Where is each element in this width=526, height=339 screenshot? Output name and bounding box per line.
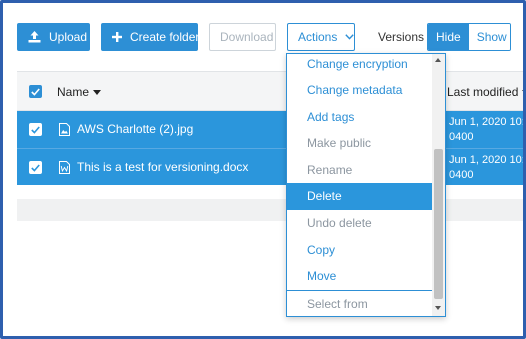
last-modified-column-header[interactable]: Last modified (447, 85, 523, 99)
menu-item-delete[interactable]: Delete (287, 183, 432, 210)
actions-label: Actions (298, 30, 338, 44)
sort-down-icon (93, 90, 102, 96)
name-header-label: Name (57, 85, 90, 99)
last-modified-value: Jun 1, 2020 10: 0400 (449, 115, 525, 145)
create-folder-button[interactable]: Create folder (101, 23, 200, 51)
upload-icon (28, 31, 41, 43)
upload-label: Upload (49, 30, 88, 44)
table-row[interactable]: This is a test for versioning.docx Jun 1… (17, 148, 525, 185)
actions-menu-list: Change encryption Change metadata Add ta… (287, 54, 432, 316)
actions-dropdown-button[interactable]: Actions (287, 23, 355, 51)
menu-item-rename[interactable]: Rename (287, 157, 432, 183)
checkmark-icon (31, 125, 40, 134)
menu-scrollbar[interactable] (432, 54, 445, 316)
menu-item-make-public[interactable]: Make public (287, 130, 432, 156)
table-header: Name Last modified (17, 71, 523, 111)
menu-item-add-tags[interactable]: Add tags (287, 104, 432, 130)
file-name[interactable]: This is a test for versioning.docx (77, 160, 248, 174)
checkmark-icon (31, 87, 40, 96)
menu-item-undo-delete[interactable]: Undo delete (287, 210, 432, 236)
versions-label: Versions (378, 30, 425, 44)
menu-item-copy[interactable]: Copy (287, 237, 432, 263)
last-modified-value: Jun 1, 2020 10: 0400 (449, 153, 525, 183)
menu-item-select-from[interactable]: Select from (287, 290, 432, 316)
sort-down-icon (522, 90, 523, 96)
table-footer-row (17, 199, 523, 221)
image-file-icon (59, 123, 70, 136)
plus-icon (112, 32, 122, 42)
download-label: Download (220, 30, 274, 44)
document-file-icon (59, 161, 70, 174)
actions-dropdown-menu: Change encryption Change metadata Add ta… (286, 53, 446, 317)
row-checkbox[interactable] (29, 123, 42, 136)
hide-versions-button[interactable]: Hide (428, 24, 469, 50)
menu-item-move[interactable]: Move (287, 263, 432, 289)
row-checkbox[interactable] (29, 161, 42, 174)
versions-toggle: Hide Show (427, 23, 511, 51)
table-row[interactable]: AWS Charlotte (2).jpg Jun 1, 2020 10: 04… (17, 111, 525, 148)
upload-button[interactable]: Upload (17, 23, 90, 51)
last-modified-header-label: Last modified (447, 85, 519, 99)
last-modified-date: Jun 1, 2020 10: (449, 116, 525, 128)
scroll-down-arrow-icon[interactable] (435, 306, 441, 310)
menu-item-change-metadata[interactable]: Change metadata (287, 77, 432, 103)
create-folder-label: Create folder (130, 30, 200, 44)
last-modified-date: Jun 1, 2020 10: (449, 154, 525, 166)
select-all-checkbox[interactable] (29, 85, 42, 98)
app-window: Upload Create folder Download Actions Ve… (0, 0, 526, 339)
file-name[interactable]: AWS Charlotte (2).jpg (77, 122, 193, 136)
toolbar: Upload Create folder Download Actions Ve… (17, 23, 517, 53)
download-button[interactable]: Download (209, 23, 276, 51)
chevron-down-icon (345, 34, 355, 40)
menu-item-change-encryption[interactable]: Change encryption (287, 54, 432, 77)
scrollbar-thumb[interactable] (434, 149, 443, 299)
name-column-header[interactable]: Name (57, 85, 102, 99)
show-versions-button[interactable]: Show (468, 24, 510, 50)
last-modified-offset: 0400 (449, 169, 474, 181)
last-modified-offset: 0400 (449, 131, 474, 143)
scroll-up-arrow-icon[interactable] (435, 58, 441, 62)
checkmark-icon (31, 163, 40, 172)
